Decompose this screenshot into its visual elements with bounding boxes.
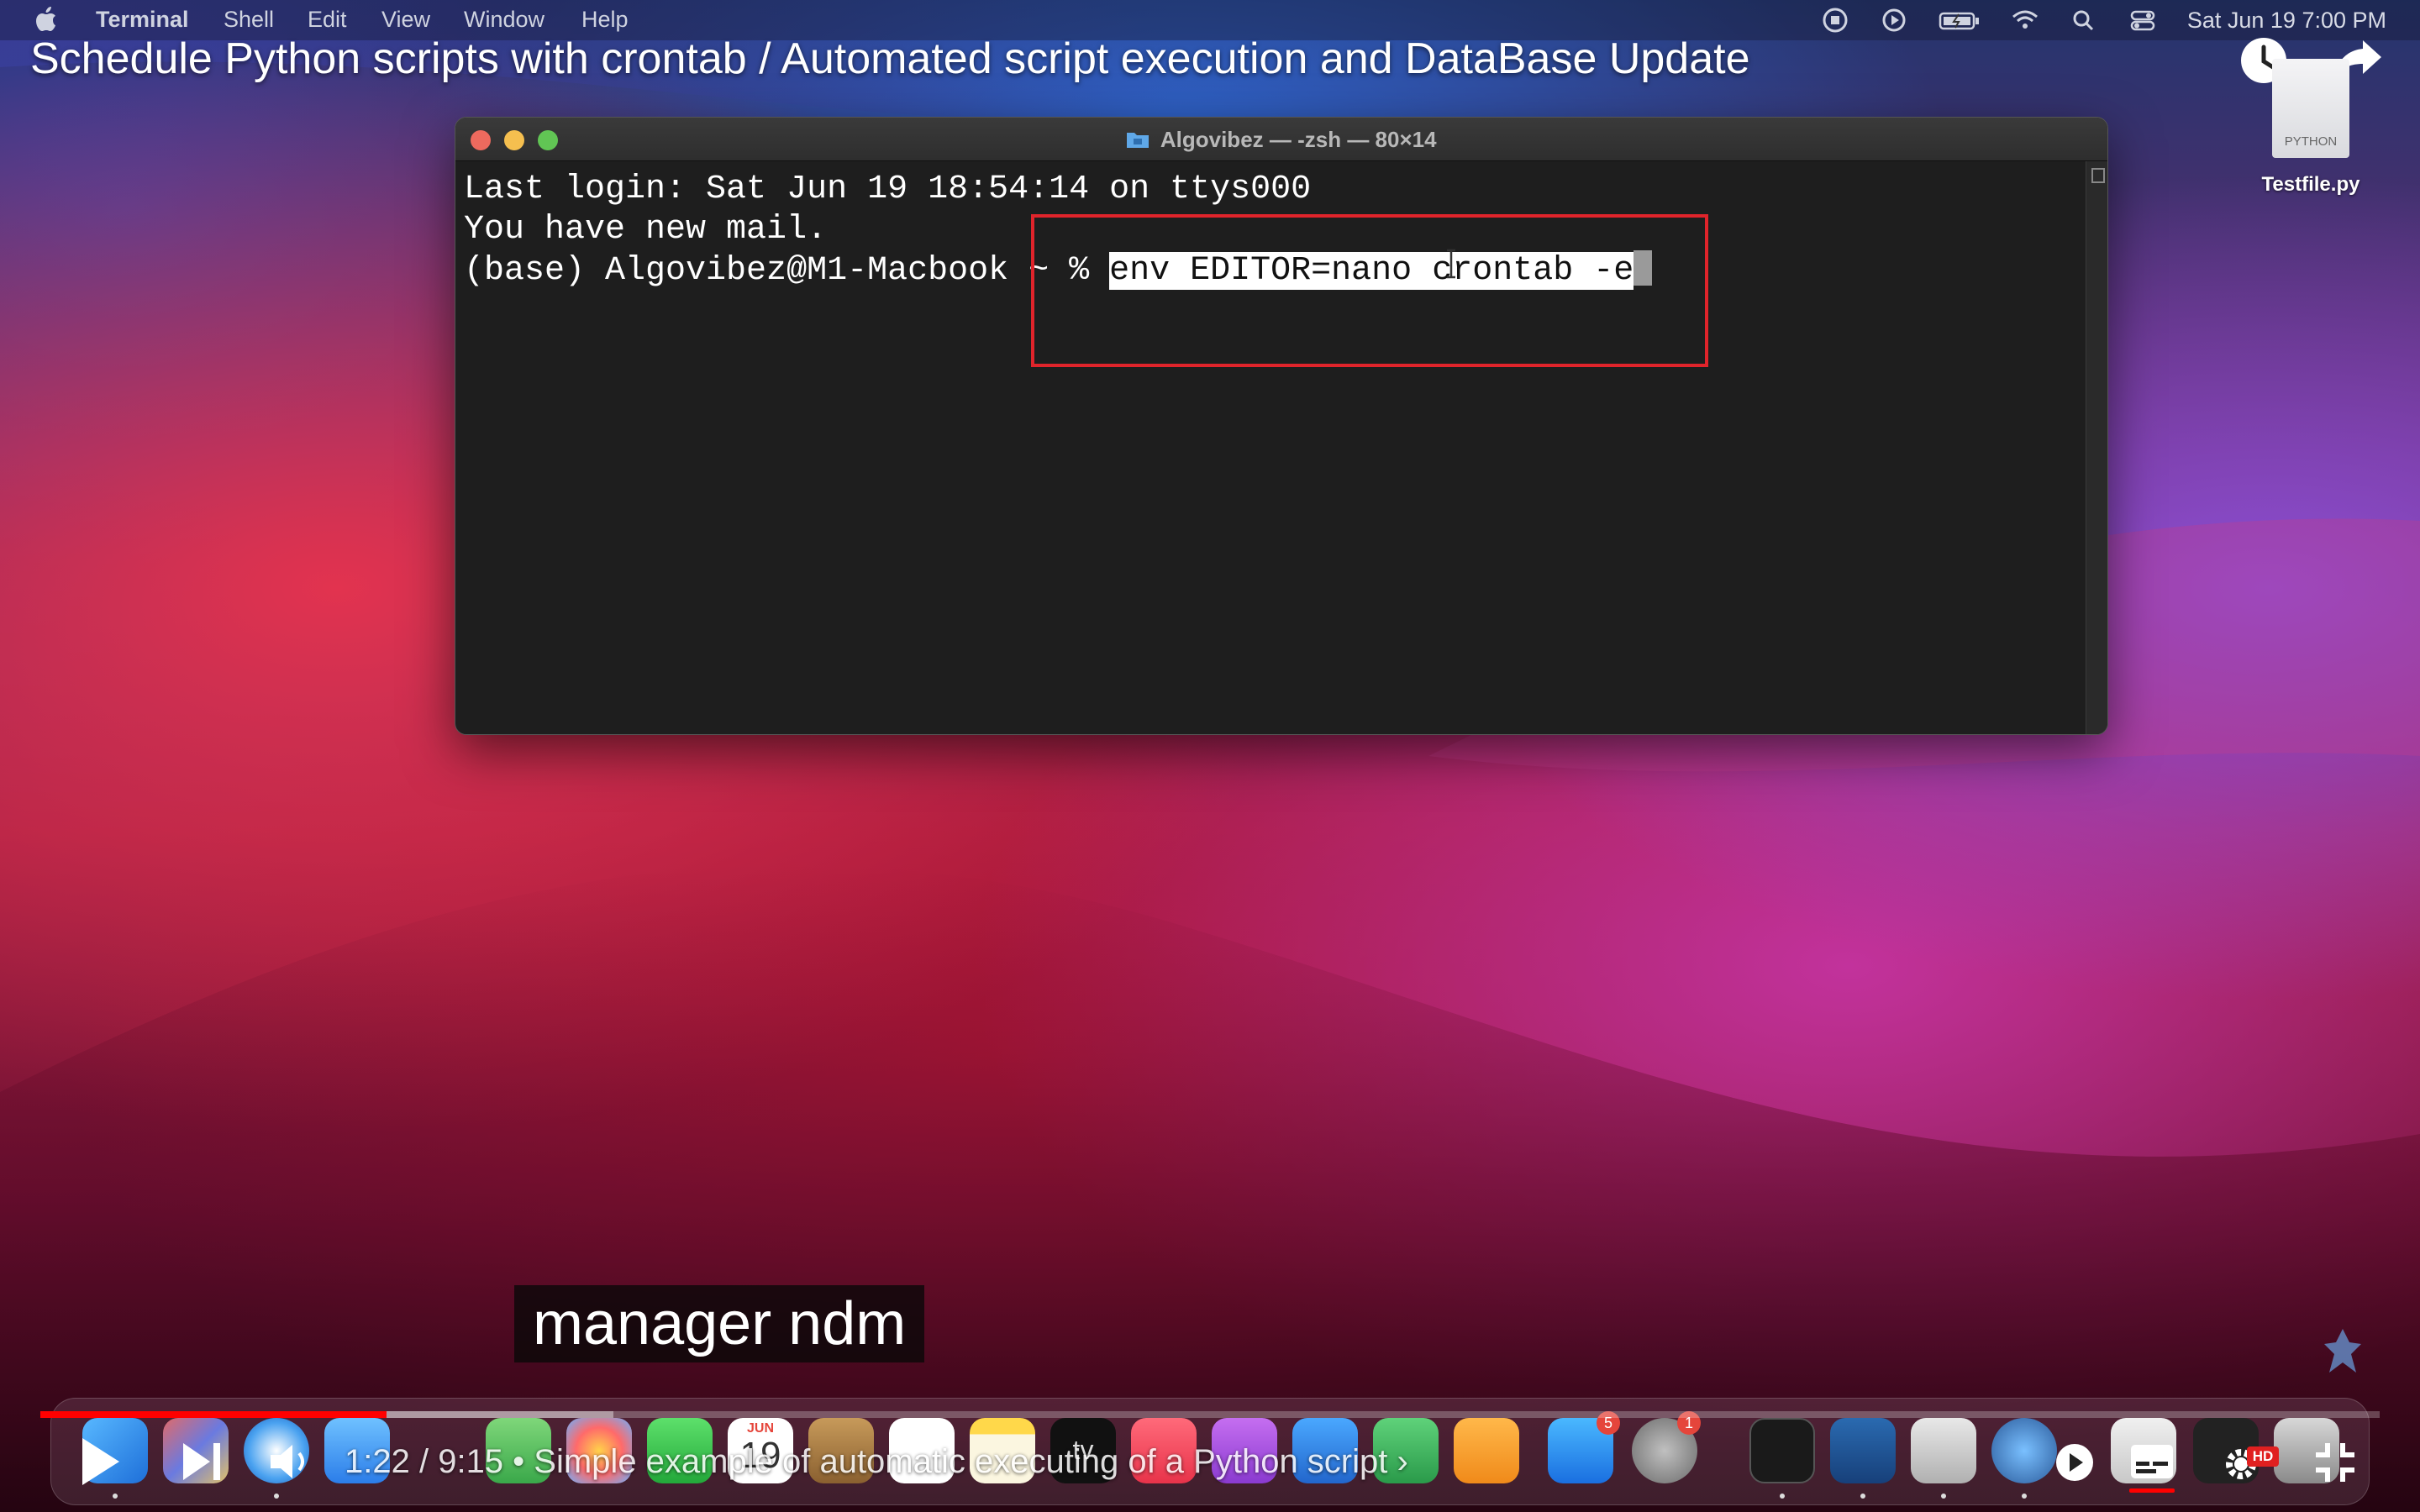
minimize-button[interactable] xyxy=(504,130,524,150)
chapter-title[interactable]: Simple example of automatic executing of… xyxy=(534,1443,1387,1480)
file-type-label: PYTHON xyxy=(2284,134,2338,149)
play-icon[interactable] xyxy=(77,1435,124,1488)
current-time: 1:22 xyxy=(345,1443,410,1480)
exit-fullscreen-icon[interactable] xyxy=(2312,1440,2358,1485)
channel-watermark-icon[interactable] xyxy=(2319,1326,2366,1376)
record-stop-icon[interactable] xyxy=(1821,8,1849,33)
battery-icon[interactable] xyxy=(1939,8,1981,33)
menu-terminal[interactable]: Terminal xyxy=(96,7,189,33)
desktop-file-testfile[interactable]: PYTHON Testfile.py xyxy=(2260,54,2361,205)
progress-played xyxy=(40,1411,387,1418)
next-video-icon[interactable] xyxy=(178,1438,225,1485)
spotlight-search-icon[interactable] xyxy=(2070,8,2098,33)
video-title[interactable]: Schedule Python scripts with crontab / A… xyxy=(30,34,1750,84)
terminal-window[interactable]: Algovibez — -zsh — 80×14 Last login: Sat… xyxy=(455,117,2108,735)
wifi-icon[interactable] xyxy=(2011,8,2039,33)
control-center-icon[interactable] xyxy=(2128,8,2157,33)
scroll-marker-icon[interactable] xyxy=(2091,168,2105,183)
folder-icon xyxy=(1127,133,1150,148)
subtitles-icon[interactable] xyxy=(2129,1443,2175,1480)
video-caption: manager ndm xyxy=(514,1285,925,1362)
shell-prompt: (base) Algovibez@M1-Macbook ~ % xyxy=(464,252,1110,290)
terminal-titlebar[interactable]: Algovibez — -zsh — 80×14 xyxy=(455,118,2107,161)
menu-help[interactable]: Help xyxy=(581,7,629,33)
time-display: 1:22 / 9:15 • Simple example of automati… xyxy=(345,1443,1408,1480)
subtitles-active-indicator xyxy=(2129,1488,2175,1493)
video-progress-bar[interactable] xyxy=(40,1411,2380,1418)
desktop-file-name: Testfile.py xyxy=(2261,173,2360,196)
close-button[interactable] xyxy=(471,130,491,150)
autoplay-toggle-icon[interactable] xyxy=(2054,1441,2096,1483)
terminal-scrollbar[interactable] xyxy=(2086,161,2107,734)
window-title: Algovibez — -zsh — 80×14 xyxy=(1160,127,1437,152)
menubar-clock[interactable]: Sat Jun 19 7:00 PM xyxy=(2187,8,2386,34)
terminal-line-login: Last login: Sat Jun 19 18:54:14 on ttys0… xyxy=(464,171,1312,208)
menu-window[interactable]: Window xyxy=(464,7,544,33)
duration: 9:15 xyxy=(438,1443,504,1480)
play-circle-icon[interactable] xyxy=(1880,8,1908,33)
title-wrap: Algovibez — -zsh — 80×14 xyxy=(455,118,2107,161)
volume-icon[interactable] xyxy=(267,1438,316,1485)
annotation-highlight-box xyxy=(1031,214,1708,367)
menu-shell[interactable]: Shell xyxy=(224,7,274,33)
menu-view[interactable]: View xyxy=(381,7,430,33)
hd-badge: HD xyxy=(2247,1446,2279,1467)
apple-icon[interactable] xyxy=(35,7,57,32)
maximize-button[interactable] xyxy=(538,130,558,150)
menu-edit[interactable]: Edit xyxy=(308,7,347,33)
